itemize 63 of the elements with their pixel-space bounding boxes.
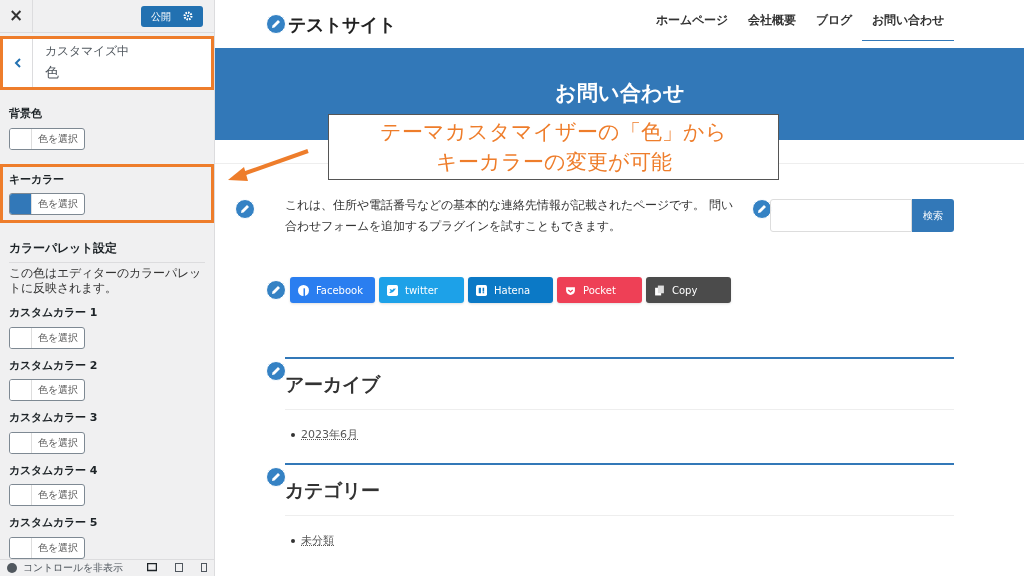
bullet-icon — [291, 432, 295, 437]
pencil-icon[interactable] — [752, 199, 772, 219]
chevron-left-icon — [13, 58, 22, 69]
widget-link[interactable]: 2023年6月 — [301, 426, 358, 443]
tablet-icon[interactable] — [175, 563, 183, 573]
color-picker-button[interactable]: 色を選択 — [9, 379, 85, 402]
pencil-icon[interactable] — [235, 199, 255, 219]
desktop-icon[interactable] — [147, 563, 157, 573]
hide-controls-button[interactable]: コントロールを非表示 — [23, 560, 123, 576]
nav-link[interactable]: ブログ — [806, 0, 862, 41]
publish-button[interactable]: 公開 — [141, 5, 203, 27]
color-picker-button[interactable]: 色を選択 — [9, 326, 85, 349]
color-label: カスタムカラー 4 — [9, 462, 99, 479]
search-field[interactable] — [770, 199, 912, 232]
bullet-icon — [291, 538, 295, 543]
color-picker-button[interactable]: 色を選択 — [9, 484, 85, 507]
callout-text: テーマカスタマイザーの「色」から — [380, 119, 727, 146]
nav-link[interactable]: 会社概要 — [738, 0, 806, 41]
share-button[interactable]: Facebook — [290, 277, 375, 303]
facebook-icon — [298, 284, 309, 296]
nav-link[interactable]: お問い合わせ — [862, 0, 954, 41]
callout-text: キーカラーの変更が可能 — [435, 149, 672, 176]
color-label: キーカラー — [9, 171, 65, 188]
share-button[interactable]: Pocket — [557, 277, 642, 303]
pencil-icon[interactable] — [266, 467, 286, 487]
copy-icon — [654, 284, 665, 296]
bird-icon — [387, 284, 398, 296]
widget-title: カテゴリー — [285, 463, 954, 516]
color-swatch — [10, 432, 32, 453]
share-button[interactable]: Copy — [646, 277, 731, 303]
page-body-text: これは、住所や電話番号などの基本的な連絡先情報が記載されたページです。 問い合わせフォームを追加するプラグインを試すこともできます。 — [285, 197, 734, 235]
color-picker-button[interactable]: 色を選択 — [9, 431, 85, 454]
nav-link[interactable]: ホームページ — [646, 0, 738, 41]
section-caption: カスタマイズ中 — [45, 43, 129, 60]
close-button[interactable]: × — [0, 0, 33, 33]
color-picker-button[interactable]: 色を選択 — [9, 193, 85, 216]
mobile-icon[interactable] — [201, 563, 207, 573]
search-button[interactable]: 検索 — [912, 199, 954, 232]
palette-title: カラーパレット設定 — [9, 239, 205, 264]
palette-description: この色はエディターのカラーパレットに反映されます。 — [9, 266, 202, 297]
color-picker-button[interactable]: 色を選択 — [9, 127, 85, 150]
share-button[interactable]: Hatena — [468, 277, 553, 303]
gear-icon — [183, 11, 193, 21]
color-label: カスタムカラー 1 — [9, 305, 99, 322]
pencil-icon[interactable] — [266, 361, 286, 381]
color-swatch — [10, 327, 32, 348]
color-label: カスタムカラー 2 — [9, 357, 99, 374]
widget-link[interactable]: 未分類 — [301, 532, 334, 549]
color-label: 背景色 — [9, 106, 43, 123]
color-swatch — [10, 485, 32, 506]
section-title: 色 — [45, 63, 60, 82]
pencil-icon[interactable] — [266, 280, 286, 300]
widget-title: アーカイブ — [285, 357, 954, 410]
color-label: カスタムカラー 5 — [9, 515, 99, 532]
color-label: カスタムカラー 3 — [9, 410, 99, 427]
color-swatch — [10, 380, 32, 401]
pencil-icon[interactable] — [266, 14, 286, 34]
hatena-icon — [476, 284, 487, 296]
color-picker-button[interactable]: 色を選択 — [9, 536, 85, 559]
page-title: お問い合わせ — [554, 80, 685, 108]
hide-icon[interactable] — [7, 562, 17, 573]
site-title[interactable]: テストサイト — [288, 10, 396, 38]
pocket-icon — [565, 284, 576, 296]
